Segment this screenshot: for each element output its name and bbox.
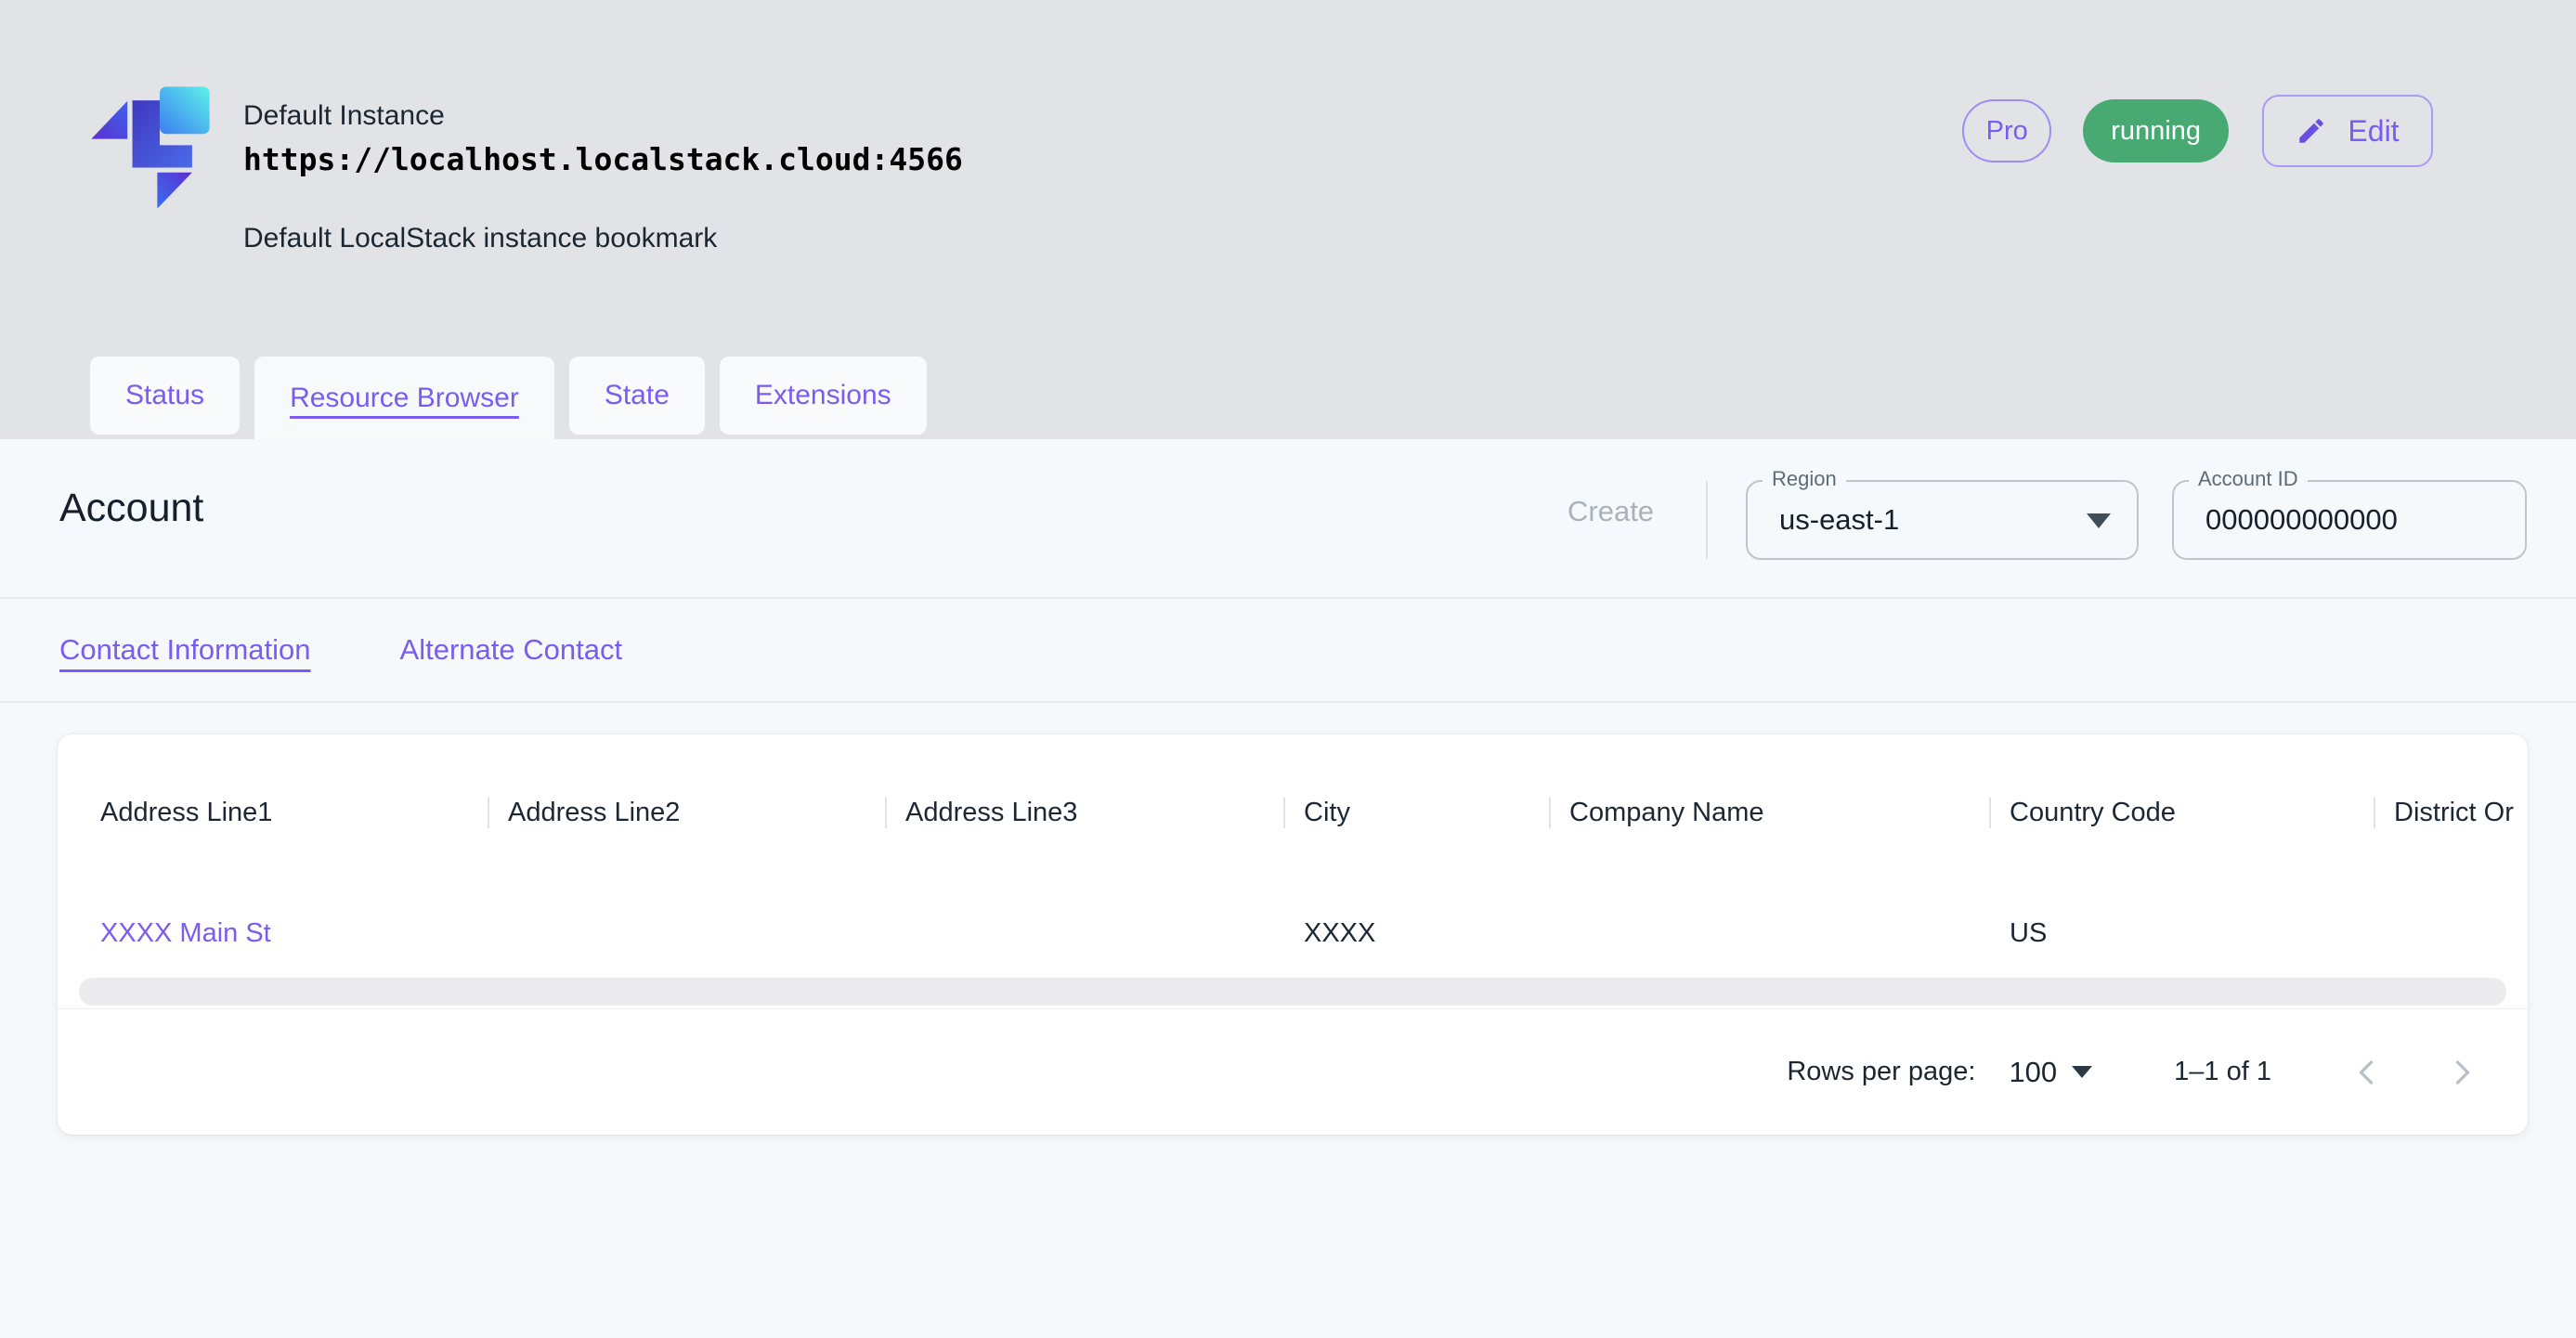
data-grid-card: Address Line1 Address Line2 Address Line… [58, 734, 2528, 1135]
rows-per-page-value: 100 [2009, 1056, 2057, 1089]
chevron-left-icon [2346, 1052, 2387, 1093]
page-title: Account [59, 486, 203, 531]
toolbar-divider [1706, 481, 1708, 559]
main-tabs: Status Resource Browser State Extensions [90, 357, 927, 439]
pagination-bar: Rows per page: 100 1–1 of 1 [58, 1009, 2528, 1135]
column-header-district[interactable]: District Or [2374, 798, 2528, 828]
pro-badge: Pro [1962, 99, 2051, 162]
edit-button-label: Edit [2348, 114, 2399, 149]
tab-status[interactable]: Status [90, 357, 240, 435]
instance-description: Default LocalStack instance bookmark [243, 223, 717, 254]
localstack-app: Default Instance https://localhost.local… [0, 0, 2576, 1338]
column-header-company-name[interactable]: Company Name [1549, 798, 1989, 828]
resource-header: Account Create Region us-east-1 Account … [0, 439, 2576, 599]
column-header-address-line3[interactable]: Address Line3 [885, 798, 1283, 828]
create-button[interactable]: Create [1568, 495, 1654, 528]
tab-extensions[interactable]: Extensions [720, 357, 927, 435]
column-header-address-line1[interactable]: Address Line1 [58, 798, 488, 828]
instance-title-block: Default Instance https://localhost.local… [243, 98, 963, 177]
instance-actions: Pro running Edit [1962, 92, 2433, 170]
region-select[interactable]: Region us-east-1 [1746, 480, 2139, 560]
subtab-contact-information[interactable]: Contact Information [59, 633, 311, 667]
column-header-address-line2[interactable]: Address Line2 [488, 798, 885, 828]
column-header-country-code[interactable]: Country Code [1989, 798, 2374, 828]
pagination-range: 1–1 of 1 [2174, 1057, 2271, 1087]
horizontal-scrollbar-thumb[interactable] [79, 978, 2506, 1006]
chevron-right-icon [2442, 1052, 2483, 1093]
account-id-input[interactable] [2205, 482, 2503, 558]
region-select-value: us-east-1 [1779, 482, 1899, 558]
subtab-alternate-contact[interactable]: Alternate Contact [400, 633, 623, 667]
localstack-logo-icon [90, 85, 215, 210]
resource-browser-panel: Account Create Region us-east-1 Account … [0, 439, 2576, 1338]
account-id-field: Account ID [2172, 480, 2527, 560]
instance-name: Default Instance [243, 98, 963, 134]
data-grid: Address Line1 Address Line2 Address Line… [58, 734, 2528, 976]
rows-per-page-select[interactable]: 100 [2009, 1056, 2092, 1089]
status-badge: running [2083, 99, 2229, 162]
instance-url: https://localhost.localstack.cloud:4566 [243, 141, 963, 177]
table-header-row: Address Line1 Address Line2 Address Line… [58, 734, 2528, 890]
tab-state[interactable]: State [569, 357, 705, 435]
chevron-down-icon [2087, 513, 2111, 528]
next-page-button[interactable] [2440, 1050, 2485, 1095]
tab-resource-browser[interactable]: Resource Browser [254, 357, 554, 439]
previous-page-button[interactable] [2344, 1050, 2388, 1095]
edit-button[interactable]: Edit [2262, 95, 2433, 167]
contact-subtabs: Contact Information Alternate Contact [0, 599, 2576, 703]
table-row[interactable]: XXXX Main St XXXX US [58, 890, 2528, 976]
chevron-down-icon [2072, 1066, 2092, 1078]
column-header-city[interactable]: City [1283, 798, 1549, 828]
pencil-icon [2296, 115, 2327, 147]
row-link-address-line1[interactable]: XXXX Main St [100, 918, 271, 948]
cell-country-code: US [1989, 918, 2374, 949]
rows-per-page-label: Rows per page: [1787, 1057, 1975, 1087]
cell-city: XXXX [1283, 918, 1549, 949]
